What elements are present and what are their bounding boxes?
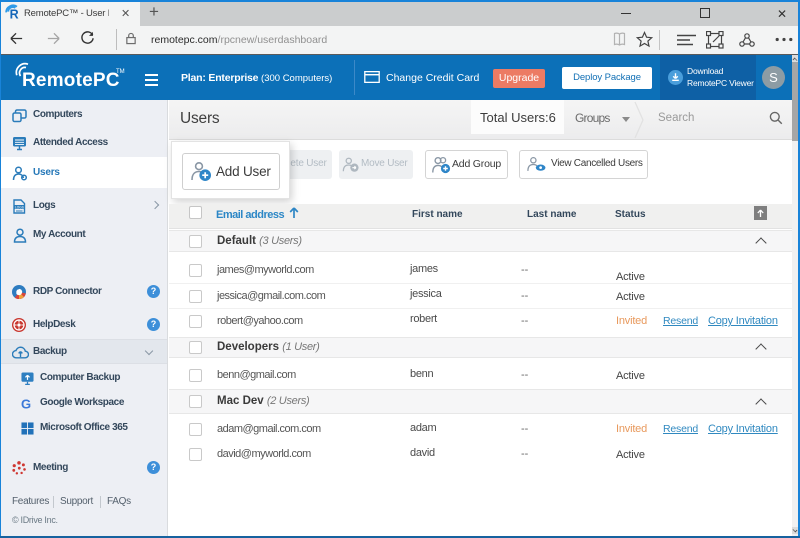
svg-text:G: G: [21, 397, 31, 410]
svg-text:LOGS: LOGS: [15, 205, 24, 209]
svg-text:R: R: [10, 7, 19, 19]
